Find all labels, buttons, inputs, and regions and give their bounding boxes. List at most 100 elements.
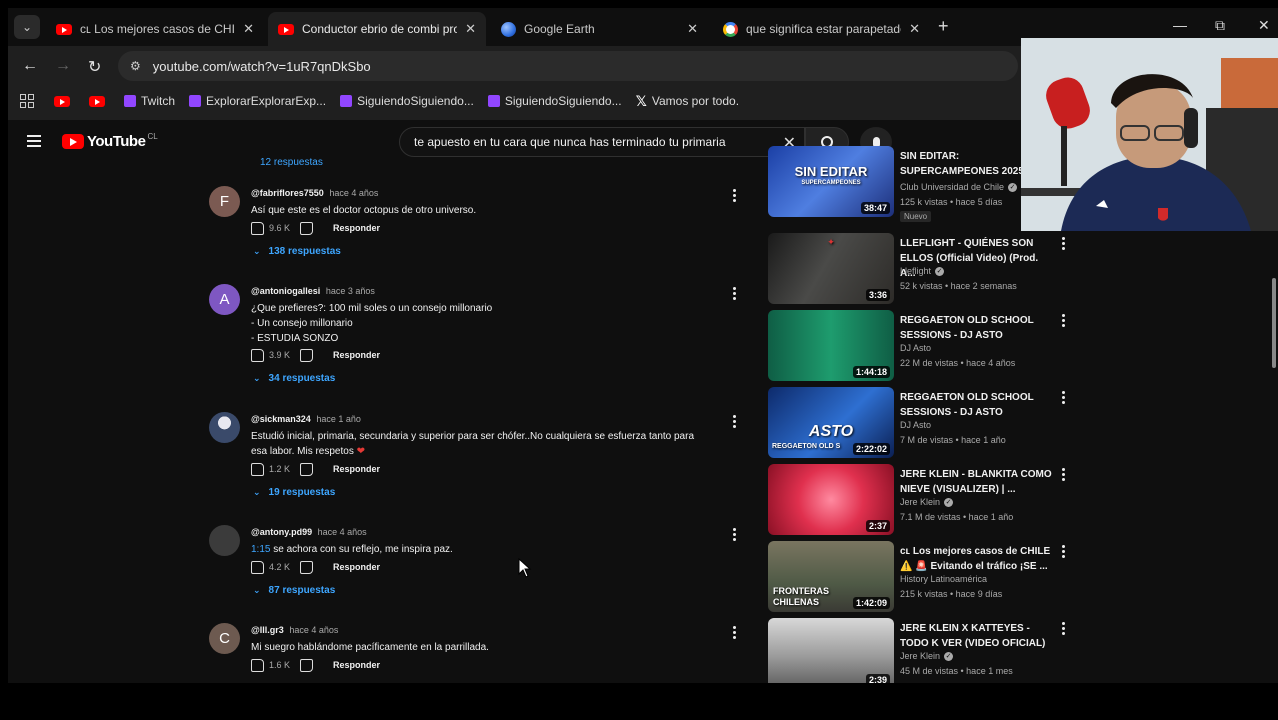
reload-icon[interactable]: ↻	[88, 57, 101, 77]
hamburger-menu-icon[interactable]	[27, 135, 41, 150]
channel-name[interactable]: Jere Klein ✓	[900, 497, 954, 507]
video-thumbnail[interactable]: SIN EDITAR SUPERCAMPEONES 38:47	[768, 146, 894, 217]
tab-2[interactable]: Conductor ebrio de combi provoca ✕	[268, 12, 486, 46]
more-options-icon[interactable]	[733, 287, 737, 302]
avatar[interactable]: A	[209, 284, 240, 315]
replies-toggle[interactable]: ⌄ 138 respuestas	[253, 246, 341, 257]
reply-button[interactable]: Responder	[333, 223, 380, 233]
video-card[interactable]: FRONTERAS CHILENAS 1:42:09 ᴄʟ Los mejore…	[768, 541, 1078, 613]
video-title[interactable]: REGGAETON OLD SCHOOL SESSIONS - DJ ASTO	[900, 313, 1055, 343]
search-input[interactable]: te apuesto en tu cara que nunca has term…	[399, 127, 805, 157]
bookmark-twitch-explorar[interactable]: ExplorarExplorarExp...	[189, 94, 326, 108]
dislike-icon[interactable]	[300, 221, 314, 235]
comment-time[interactable]: hace 4 años	[289, 625, 338, 635]
like-icon[interactable]	[251, 658, 264, 672]
minimize-icon[interactable]: —	[1173, 17, 1187, 33]
apps-grid-icon[interactable]	[20, 94, 34, 108]
channel-name[interactable]: DJ Asto	[900, 420, 931, 430]
like-icon[interactable]	[251, 348, 264, 362]
more-options-icon[interactable]	[733, 189, 737, 204]
video-title[interactable]: REGGAETON OLD SCHOOL SESSIONS - DJ ASTO	[900, 390, 1055, 420]
like-icon[interactable]	[251, 221, 264, 235]
channel-name[interactable]: History Latinoamérica	[900, 574, 987, 584]
forward-icon[interactable]: →	[55, 57, 71, 75]
like-icon[interactable]	[251, 560, 264, 574]
scrollbar-thumb[interactable]	[1272, 278, 1276, 368]
reply-button[interactable]: Responder	[333, 660, 380, 670]
like-icon[interactable]	[251, 462, 264, 476]
more-options-icon[interactable]	[733, 415, 737, 430]
channel-name[interactable]: Jere Klein ✓	[900, 651, 954, 661]
bookmark-twitch-siguiendo-1[interactable]: SiguiendoSiguiendo...	[340, 94, 474, 108]
dislike-icon[interactable]	[300, 658, 314, 672]
video-thumbnail[interactable]: 2:39	[768, 618, 894, 683]
video-card[interactable]: 2:37 JERE KLEIN - BLANKITA COMO NIEVE (V…	[768, 464, 1078, 536]
new-tab-icon[interactable]: +	[938, 16, 949, 37]
site-info-icon[interactable]: ⚙	[130, 59, 141, 73]
channel-name[interactable]: DJ Asto	[900, 343, 931, 353]
video-card[interactable]: 1:44:18 REGGAETON OLD SCHOOL SESSIONS - …	[768, 310, 1078, 382]
more-options-icon[interactable]	[733, 528, 737, 543]
comment-author[interactable]: @antoniogallesi	[251, 286, 320, 296]
more-options-icon[interactable]	[1062, 468, 1066, 483]
channel-name[interactable]: Club Universidad de Chile ✓	[900, 182, 1018, 192]
video-thumbnail[interactable]: ✦ 3:36	[768, 233, 894, 304]
video-card[interactable]: ASTO REGGAETON OLD S 2:22:02 REGGAETON O…	[768, 387, 1078, 459]
close-tab-icon[interactable]: ✕	[243, 21, 254, 37]
restore-icon[interactable]: ⧉	[1215, 17, 1225, 34]
reply-button[interactable]: Responder	[333, 562, 380, 572]
tab-4[interactable]: que significa estar parapetado ✕	[712, 12, 930, 46]
comment-time[interactable]: hace 1 año	[316, 414, 361, 424]
more-options-icon[interactable]	[1062, 237, 1066, 252]
avatar[interactable]	[209, 412, 240, 443]
avatar[interactable]	[209, 525, 240, 556]
bookmark-youtube-1[interactable]	[54, 95, 75, 107]
video-title[interactable]: JERE KLEIN - BLANKITA COMO NIEVE (VISUAL…	[900, 467, 1055, 497]
youtube-logo[interactable]: YouTube CL	[62, 132, 158, 150]
close-window-icon[interactable]: ✕	[1258, 17, 1270, 34]
video-card[interactable]: ✦ 3:36 LLEFLIGHT - QUIÉNES SON ELLOS (Of…	[768, 233, 1078, 305]
more-options-icon[interactable]	[1062, 622, 1066, 637]
avatar[interactable]: F	[209, 186, 240, 217]
channel-name[interactable]: Lleflight ✓	[900, 266, 945, 276]
replies-toggle[interactable]: ⌄ 34 respuestas	[253, 373, 335, 384]
close-tab-icon[interactable]: ✕	[909, 21, 920, 37]
more-options-icon[interactable]	[733, 626, 737, 641]
video-thumbnail[interactable]: FRONTERAS CHILENAS 1:42:09	[768, 541, 894, 612]
comment-author[interactable]: @sickman324	[251, 414, 311, 424]
comment-timestamp-link[interactable]: 1:15	[251, 544, 270, 555]
comment-time[interactable]: hace 3 años	[326, 286, 375, 296]
back-icon[interactable]: ←	[22, 57, 38, 75]
video-thumbnail[interactable]: 2:37	[768, 464, 894, 535]
reply-button[interactable]: Responder	[333, 350, 380, 360]
tab-search-button[interactable]: ⌄	[14, 15, 40, 39]
video-title[interactable]: JERE KLEIN X KATTEYES - TODO K VER (VIDE…	[900, 621, 1055, 651]
video-thumbnail[interactable]: ASTO REGGAETON OLD S 2:22:02	[768, 387, 894, 458]
bookmark-youtube-2[interactable]	[89, 95, 110, 107]
avatar[interactable]: C	[209, 623, 240, 654]
dislike-icon[interactable]	[300, 560, 314, 574]
comment-author[interactable]: @lll.gr3	[251, 625, 284, 635]
address-bar[interactable]: ⚙ youtube.com/watch?v=1uR7qnDkSbo	[118, 51, 1018, 81]
replies-toggle[interactable]: ⌄ 87 respuestas	[253, 585, 335, 596]
comment-time[interactable]: hace 4 años	[329, 188, 378, 198]
dislike-icon[interactable]	[300, 462, 314, 476]
close-tab-icon[interactable]: ✕	[687, 21, 698, 37]
more-options-icon[interactable]	[1062, 391, 1066, 406]
bookmark-twitch[interactable]: Twitch	[124, 94, 175, 108]
more-options-icon[interactable]	[1062, 314, 1066, 329]
dislike-icon[interactable]	[300, 348, 314, 362]
tab-1[interactable]: ᴄʟ Los mejores casos de CHILE ⚠️ ✕	[46, 12, 264, 46]
comment-time[interactable]: hace 4 años	[318, 527, 367, 537]
comment-author[interactable]: @antony.pd99	[251, 527, 312, 537]
video-title[interactable]: ᴄʟ Los mejores casos de CHILE ⚠️ 🚨 Evita…	[900, 544, 1055, 574]
more-options-icon[interactable]	[1062, 545, 1066, 560]
comment-author[interactable]: @fabriflores7550	[251, 188, 324, 198]
reply-button[interactable]: Responder	[333, 464, 380, 474]
close-tab-icon[interactable]: ✕	[465, 21, 476, 37]
bookmark-twitch-siguiendo-2[interactable]: SiguiendoSiguiendo...	[487, 94, 622, 108]
replies-toggle[interactable]: ⌄ 19 respuestas	[253, 487, 335, 498]
tab-3[interactable]: Google Earth ✕	[490, 12, 708, 46]
video-thumbnail[interactable]: 1:44:18	[768, 310, 894, 381]
replies-toggle[interactable]: 12 respuestas	[260, 157, 323, 168]
